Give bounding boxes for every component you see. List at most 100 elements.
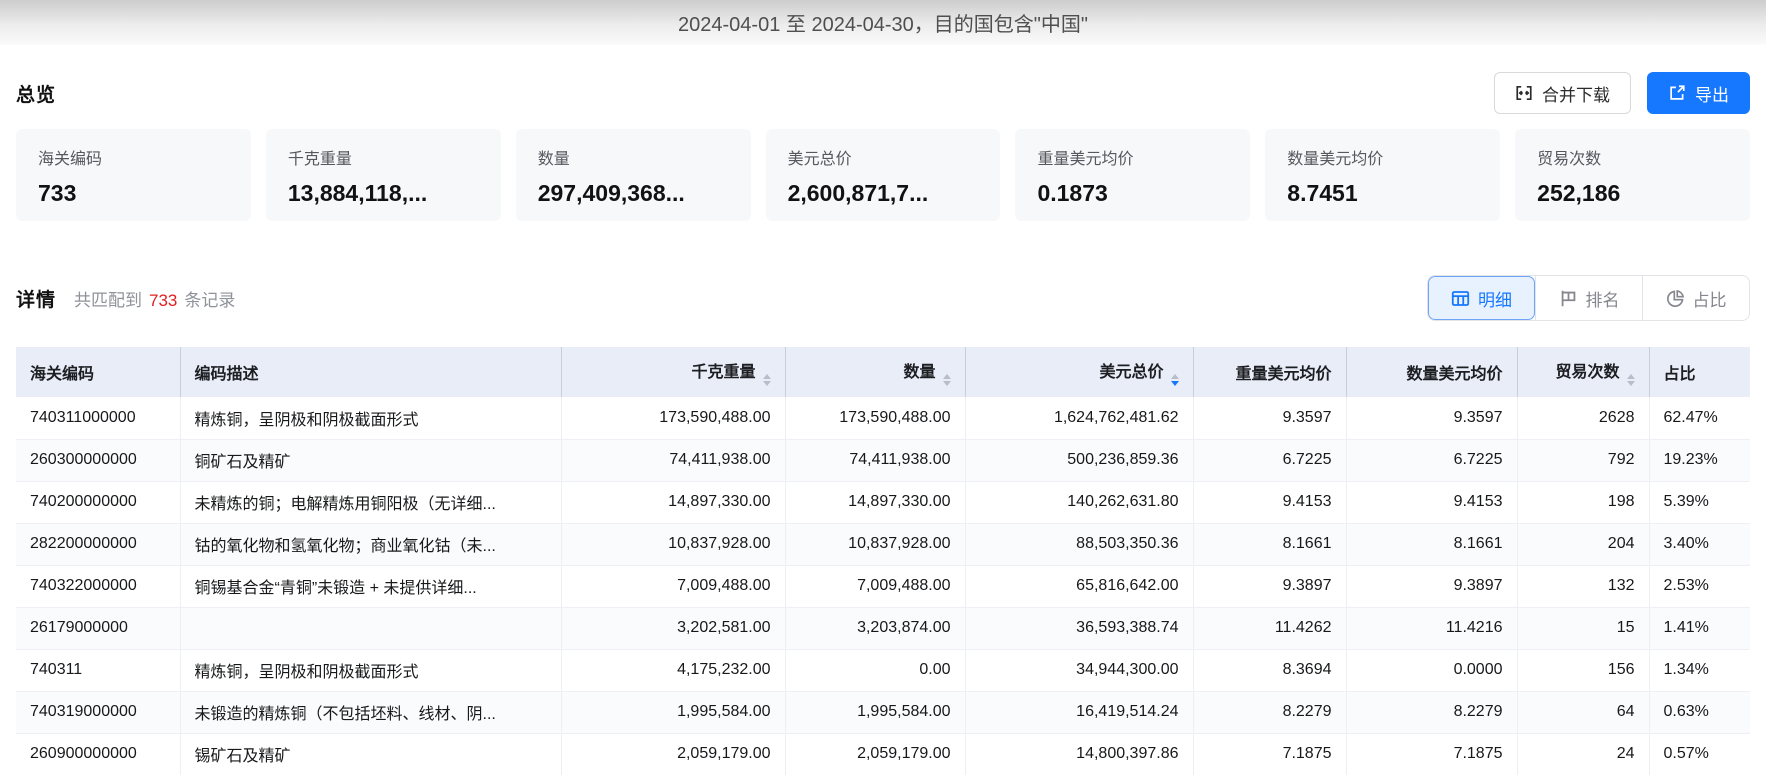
cell-usd-per-kg: 9.4153 (1193, 481, 1346, 523)
cell-usd-per-qty: 9.3597 (1346, 397, 1517, 439)
cell-kg-weight: 10,837,928.00 (561, 523, 785, 565)
cell-share: 62.47% (1649, 397, 1750, 439)
column-label: 千克重量 (691, 364, 755, 381)
cell-trade-count: 24 (1517, 733, 1649, 775)
column-label: 编码描述 (195, 366, 259, 383)
view-tabs: 明细排名占比 (1427, 275, 1750, 321)
cell-hs-code: 260900000000 (16, 733, 180, 775)
merge-download-label: 合并下载 (1542, 81, 1610, 106)
sort-icon[interactable] (1627, 374, 1635, 386)
sort-icon[interactable] (943, 374, 951, 386)
summary-card: 数量 297,409,368... (516, 129, 751, 221)
tab-label: 明细 (1478, 286, 1512, 311)
cell-description: 精炼铜，呈阴极和阴极截面形式 (180, 397, 561, 439)
ranking-icon (1559, 289, 1578, 308)
match-suffix: 条记录 (184, 291, 235, 310)
summary-card: 美元总价2,600,871,7... (766, 129, 1001, 221)
tab-detail[interactable]: 明细 (1428, 276, 1535, 320)
header-row: 海关编码 编码描述 千克重量 数量 美元总价 重量美元均价数量美元均价 贸易次数 占比 (16, 347, 1750, 397)
card-label: 千克重量 (288, 145, 479, 169)
cell-quantity: 3,203,874.00 (785, 607, 965, 649)
cell-hs-code: 740319000000 (16, 691, 180, 733)
cell-share: 1.34% (1649, 649, 1750, 691)
tab-ranking[interactable]: 排名 (1535, 276, 1642, 320)
card-value: 8.7451 (1287, 180, 1478, 207)
column-header-quantity[interactable]: 数量 (785, 347, 965, 397)
cell-quantity: 0.00 (785, 649, 965, 691)
table-row: 261790000003,202,581.003,203,874.0036,59… (16, 607, 1750, 649)
column-header-description: 编码描述 (180, 347, 561, 397)
card-value: 0.1873 (1037, 180, 1228, 207)
cell-usd-total: 500,236,859.36 (965, 439, 1193, 481)
cell-description: 铜锡基合金“青铜”未锻造 + 未提供详细... (180, 565, 561, 607)
cell-usd-per-qty: 9.4153 (1346, 481, 1517, 523)
caret-up-icon (763, 374, 771, 379)
column-header-kg-weight[interactable]: 千克重量 (561, 347, 785, 397)
column-header-usd-total[interactable]: 美元总价 (965, 347, 1193, 397)
summary-card: 千克重量 13,884,118,... (266, 129, 501, 221)
cell-kg-weight: 2,059,179.00 (561, 733, 785, 775)
cell-trade-count: 156 (1517, 649, 1649, 691)
cell-kg-weight: 14,897,330.00 (561, 481, 785, 523)
cell-usd-per-kg: 7.1875 (1193, 733, 1346, 775)
cell-trade-count: 198 (1517, 481, 1649, 523)
cell-usd-total: 34,944,300.00 (965, 649, 1193, 691)
match-info: 共匹配到 733 条记录 (74, 286, 235, 311)
cell-description: 未精炼的铜；电解精炼用铜阳极（无详细... (180, 481, 561, 523)
column-label: 海关编码 (30, 366, 94, 383)
caret-down-icon (763, 381, 771, 386)
sort-icon[interactable] (763, 374, 771, 386)
card-value: 13,884,118,... (288, 180, 479, 207)
merge-download-button[interactable]: 合并下载 (1494, 72, 1631, 114)
cell-kg-weight: 4,175,232.00 (561, 649, 785, 691)
column-header-hs-code: 海关编码 (16, 347, 180, 397)
cell-usd-per-qty: 11.4216 (1346, 607, 1517, 649)
cell-hs-code: 740311000000 (16, 397, 180, 439)
card-value: 297,409,368... (538, 180, 729, 207)
summary-card: 海关编码733 (16, 129, 251, 221)
column-label: 数量 (903, 364, 935, 381)
tab-proportion[interactable]: 占比 (1642, 276, 1749, 320)
cell-share: 0.57% (1649, 733, 1750, 775)
table-body: 740311000000精炼铜，呈阴极和阴极截面形式173,590,488.00… (16, 397, 1750, 775)
summary-card: 贸易次数252,186 (1515, 129, 1750, 221)
column-header-usd-per-qty: 数量美元均价 (1346, 347, 1517, 397)
export-button[interactable]: 导出 (1647, 72, 1750, 114)
match-count: 733 (149, 291, 177, 310)
sort-icon[interactable] (1171, 374, 1179, 386)
cell-usd-per-qty: 7.1875 (1346, 733, 1517, 775)
cell-trade-count: 2628 (1517, 397, 1649, 439)
column-label: 占比 (1664, 366, 1696, 383)
table-row: 260300000000铜矿石及精矿74,411,938.0074,411,93… (16, 439, 1750, 481)
cell-kg-weight: 1,995,584.00 (561, 691, 785, 733)
column-label: 重量美元均价 (1235, 366, 1331, 383)
cell-share: 0.63% (1649, 691, 1750, 733)
cell-usd-total: 16,419,514.24 (965, 691, 1193, 733)
cell-description (180, 607, 561, 649)
cell-trade-count: 132 (1517, 565, 1649, 607)
cell-usd-total: 88,503,350.36 (965, 523, 1193, 565)
cell-quantity: 10,837,928.00 (785, 523, 965, 565)
caret-up-icon (943, 374, 951, 379)
card-label: 数量美元均价 (1287, 145, 1478, 169)
column-header-trade-count[interactable]: 贸易次数 (1517, 347, 1649, 397)
column-label: 贸易次数 (1555, 364, 1619, 381)
card-label: 数量 (538, 145, 729, 169)
cell-usd-total: 14,800,397.86 (965, 733, 1193, 775)
column-header-share: 占比 (1649, 347, 1750, 397)
column-label: 美元总价 (1099, 364, 1163, 381)
cell-description: 精炼铜，呈阴极和阴极截面形式 (180, 649, 561, 691)
export-icon (1668, 84, 1686, 102)
cell-usd-per-kg: 8.2279 (1193, 691, 1346, 733)
cell-kg-weight: 3,202,581.00 (561, 607, 785, 649)
cell-quantity: 7,009,488.00 (785, 565, 965, 607)
caret-down-icon (943, 381, 951, 386)
cell-usd-per-kg: 6.7225 (1193, 439, 1346, 481)
date-range-title: 2024-04-01 至 2024-04-30，目的国包含"中国" (0, 0, 1766, 45)
table-row: 740311精炼铜，呈阴极和阴极截面形式4,175,232.000.0034,9… (16, 649, 1750, 691)
cell-usd-per-kg: 9.3597 (1193, 397, 1346, 439)
cell-quantity: 1,995,584.00 (785, 691, 965, 733)
match-prefix: 共匹配到 (74, 291, 142, 310)
cell-description: 锡矿石及精矿 (180, 733, 561, 775)
date-range-text: 2024-04-01 至 2024-04-30，目的国包含"中国" (678, 8, 1088, 37)
